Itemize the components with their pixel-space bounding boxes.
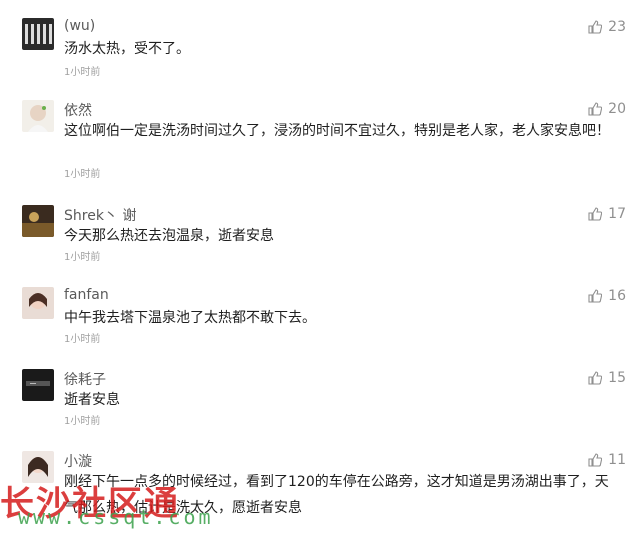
avatar[interactable] [22,369,54,401]
comment-text: 汤水太热，受不了。 [64,41,190,57]
like-button[interactable]: 20 [588,101,626,117]
thumbs-up-icon [588,207,603,221]
like-count: 20 [608,101,626,117]
thumbs-up-icon [588,289,603,303]
comment-time: 1小时前 [64,67,101,78]
comment-author[interactable]: 徐耗子 [64,369,106,389]
thumbs-up-icon [588,453,603,467]
comment-text: 中午我去塔下温泉池了太热都不敢下去。 [64,310,316,326]
avatar[interactable] [22,18,54,50]
thumbs-up-icon [588,20,603,34]
comment-author[interactable]: fanfan [64,287,109,303]
comment-time: 1小时前 [64,252,101,263]
comment-time: 1小时前 [64,169,101,180]
avatar[interactable] [22,100,54,132]
avatar[interactable] [22,287,54,319]
like-button[interactable]: 23 [588,19,626,35]
comment-time: 1小时前 [64,334,101,345]
comment-author[interactable]: Shrek丶 谢 [64,205,136,225]
like-count: 11 [608,452,626,468]
comment-time: 1小时前 [64,416,101,427]
like-button[interactable]: 17 [588,206,626,222]
like-button[interactable]: 16 [588,288,626,304]
avatar[interactable] [22,205,54,237]
comment-author[interactable]: 依然 [64,100,92,120]
like-count: 15 [608,370,626,386]
comment-text: 这位啊伯一定是洗汤时间过久了，浸汤的时间不宜过久，特别是老人家，老人家安息吧！ [64,123,610,139]
watermark-url: www.cssqt.com [18,505,214,529]
comment-author[interactable]: 小漩 [64,451,92,471]
like-button[interactable]: 15 [588,370,626,386]
like-count: 16 [608,288,626,304]
comment-author[interactable]: (wu) [64,18,95,34]
like-count: 17 [608,206,626,222]
like-button[interactable]: 11 [588,452,626,468]
thumbs-up-icon [588,371,603,385]
thumbs-up-icon [588,102,603,116]
like-count: 23 [608,19,626,35]
comment-text: 逝者安息 [64,392,120,408]
comment-text: 今天那么热还去泡温泉，逝者安息 [64,228,274,244]
